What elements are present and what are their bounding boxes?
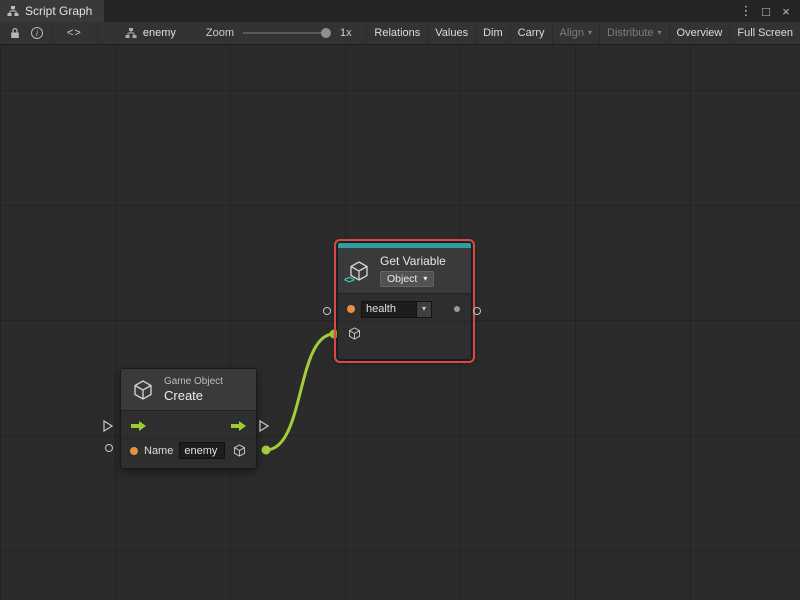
toolbar-separator <box>51 22 52 45</box>
relations-label: Relations <box>374 27 420 39</box>
create-header: Game Object Create <box>121 369 256 410</box>
info-icon[interactable]: i <box>26 22 48 44</box>
lock-icon[interactable] <box>4 22 26 44</box>
titlebar: Script Graph ⋮ □ × <box>0 0 800 22</box>
value-input-port[interactable] <box>130 447 138 455</box>
tab-script-graph[interactable]: Script Graph <box>0 0 104 22</box>
overview-button[interactable]: Overview <box>669 22 730 44</box>
info-glyph: i <box>31 27 43 39</box>
code-view-button[interactable]: <> <box>55 22 94 44</box>
variable-scope-dropdown[interactable]: Object ▾ <box>380 271 434 287</box>
relations-button[interactable]: Relations <box>366 22 427 44</box>
toolbar-buttons: Relations Values Dim Carry Align ▾ Distr… <box>366 22 800 44</box>
game-object-output-icon[interactable] <box>232 443 247 458</box>
graph-name-label: enemy <box>143 27 176 39</box>
dim-label: Dim <box>483 27 503 39</box>
current-graph: enemy <box>125 27 176 39</box>
code-badge-icon: <> <box>344 275 354 286</box>
window-controls: ⋮ □ × <box>737 0 800 22</box>
variable-cube-icon: <> <box>347 259 371 283</box>
value-input-port[interactable] <box>347 305 355 313</box>
get-variable-left-port[interactable] <box>323 307 331 315</box>
variable-name-row: ▾ <box>338 297 471 321</box>
connection-wire[interactable] <box>266 334 334 450</box>
create-body: Name <box>121 410 256 468</box>
param-label: Name <box>144 445 173 457</box>
kebab-menu-icon[interactable]: ⋮ <box>737 2 755 20</box>
script-graph-icon <box>7 6 19 16</box>
graph-toolbar: i <> enemy Zoom 1x Relations Values Dim … <box>0 22 800 45</box>
create-flow-output-port[interactable] <box>259 420 269 432</box>
chevron-down-icon: ▾ <box>423 275 427 283</box>
carry-label: Carry <box>518 27 545 39</box>
game-object-icon[interactable] <box>347 326 362 341</box>
name-param-row: Name <box>121 438 256 462</box>
distribute-label: Distribute <box>607 27 653 39</box>
variable-name-input[interactable] <box>361 301 417 318</box>
carry-button[interactable]: Carry <box>510 22 552 44</box>
full-screen-label: Full Screen <box>737 27 793 39</box>
chevron-down-icon: ▾ <box>658 29 662 37</box>
chevron-down-icon: ▾ <box>588 29 592 37</box>
get-variable-output-port[interactable] <box>473 307 481 315</box>
chevron-down-icon: ▾ <box>422 305 426 313</box>
dim-button[interactable]: Dim <box>475 22 510 44</box>
align-button: Align ▾ <box>552 22 599 44</box>
wire-source-port[interactable] <box>262 446 271 455</box>
zoom-level: 1x <box>340 27 352 39</box>
zoom-slider-handle[interactable] <box>321 28 331 38</box>
scope-label: Object <box>387 273 417 285</box>
align-label: Align <box>560 27 584 39</box>
get-variable-body: ▾ <box>338 293 471 359</box>
values-label: Values <box>435 27 468 39</box>
flow-output-arrow-icon[interactable] <box>230 420 247 432</box>
zoom-slider[interactable] <box>243 32 331 34</box>
node-title: Create <box>164 388 223 403</box>
value-output-dot[interactable] <box>454 306 460 312</box>
node-create[interactable]: Game Object Create Name <box>120 368 257 469</box>
get-variable-header: <> Get Variable Object ▾ <box>338 248 471 293</box>
tab-title: Script Graph <box>25 4 92 18</box>
graph-icon <box>125 28 137 38</box>
name-param-input[interactable] <box>179 442 225 459</box>
create-flow-input-port[interactable] <box>103 420 113 432</box>
node-get-variable[interactable]: <> Get Variable Object ▾ ▾ <box>337 242 472 360</box>
flow-input-arrow-icon[interactable] <box>130 420 147 432</box>
node-title: Get Variable <box>380 254 446 268</box>
node-category: Game Object <box>164 376 223 387</box>
full-screen-button[interactable]: Full Screen <box>729 22 800 44</box>
flow-row <box>121 414 256 438</box>
close-icon[interactable]: × <box>777 2 795 20</box>
toolbar-separator <box>97 22 98 45</box>
variable-name-dropdown[interactable]: ▾ <box>417 301 432 318</box>
create-name-input-port[interactable] <box>105 444 113 452</box>
overview-label: Overview <box>677 27 723 39</box>
maximize-icon[interactable]: □ <box>757 2 775 20</box>
graph-canvas[interactable]: <> Get Variable Object ▾ ▾ <box>0 45 800 600</box>
game-object-cube-icon <box>131 378 155 402</box>
object-input-row <box>338 321 471 345</box>
distribute-button: Distribute ▾ <box>599 22 668 44</box>
values-button[interactable]: Values <box>427 22 475 44</box>
zoom-label: Zoom <box>206 27 234 39</box>
